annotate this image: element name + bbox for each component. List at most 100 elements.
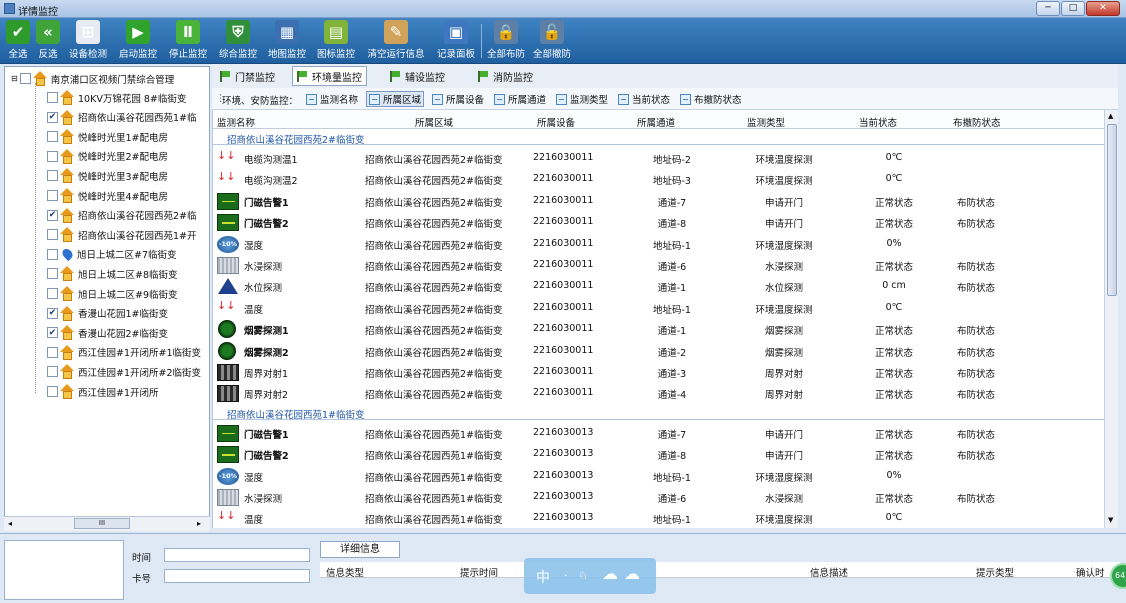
tree-item-checkbox[interactable] xyxy=(47,268,58,280)
tab-environment[interactable]: 环境量监控 xyxy=(292,66,367,86)
tree-item-checkbox[interactable] xyxy=(47,190,58,201)
tree-root-checkbox[interactable] xyxy=(19,73,31,84)
table-row[interactable]: 门磁告警2 招商依山溪谷花园西苑2#临街变 2216030011 通道-8 申请开门 正常… xyxy=(213,212,1104,233)
tree-item[interactable]: 旭日上城二区#7临街变 xyxy=(47,245,177,264)
tree-item-checkbox[interactable]: ✔ xyxy=(47,209,58,221)
table-row[interactable]: ↓↓ 温度 招商依山溪谷花园西苑2#临街变 2216030011 地址码-1 环境温度探测… xyxy=(213,298,1104,319)
scroll-right-icon[interactable]: ▸ xyxy=(197,519,201,528)
tree-item[interactable]: ✔ 香漫山花园2#临街变 xyxy=(47,323,168,342)
grid-vertical-scrollbar[interactable]: ▲ ▼ xyxy=(1104,110,1118,528)
tree-item[interactable]: ✔ 招商依山溪谷花园西苑2#临 xyxy=(47,206,197,225)
stop-monitor-button[interactable]: Ⅱ 停止监控 xyxy=(164,20,212,62)
col-type[interactable]: 监测类型 xyxy=(747,115,785,129)
tree-item[interactable]: ✔ 招商依山溪谷花园西苑1#临 xyxy=(47,108,197,127)
col-tip-time[interactable]: 提示时间 xyxy=(460,565,498,579)
tree-item[interactable]: 悦峰时光里2#配电房 xyxy=(47,147,168,166)
col-info-type[interactable]: 信息类型 xyxy=(326,565,364,579)
tree-item[interactable]: 西江佳园#1开闭所 xyxy=(47,382,159,401)
tree-collapse-icon[interactable]: ⊟ xyxy=(11,74,18,83)
tab-access-control[interactable]: 门禁监控 xyxy=(216,66,279,86)
ime-toolbar[interactable]: 中 · ♘ ☁ ☁ xyxy=(524,558,656,594)
clear-info-button[interactable]: ✎ 清空运行信息 xyxy=(362,20,430,62)
tree-item-checkbox[interactable] xyxy=(47,386,58,397)
tree-item-checkbox[interactable]: ✔ xyxy=(47,111,58,123)
filter-type[interactable]: 监测类型 xyxy=(554,91,610,107)
tree-item-checkbox[interactable] xyxy=(47,150,58,162)
table-row[interactable]: 周界对射2 招商依山溪谷花园西苑2#临街变 2216030011 通道-4 周界对射 正常… xyxy=(213,383,1104,404)
tree-item[interactable]: 10KV万锦花园 8#临街变 xyxy=(47,88,186,107)
tree-item-checkbox[interactable] xyxy=(47,170,58,182)
card-field[interactable] xyxy=(164,569,310,583)
col-name[interactable]: 监测名称 xyxy=(217,115,255,129)
disarm-all-button[interactable]: 🔓 全部撤防 xyxy=(532,20,572,62)
table-row[interactable]: 烟雾探测1 招商依山溪谷花园西苑2#临街变 2216030011 通道-1 烟雾探测 正常… xyxy=(213,319,1104,340)
table-row[interactable]: 门磁告警2 招商依山溪谷花园西苑1#临街变 2216030013 通道-8 申请开门 正常… xyxy=(213,444,1104,465)
integrated-monitor-button[interactable]: ⛨ 综合监控 xyxy=(214,20,262,62)
ime-shirt-icon[interactable]: ♘ xyxy=(578,569,588,582)
col-area[interactable]: 所属区域 xyxy=(415,115,453,129)
table-row[interactable]: 水位探测 招商依山溪谷花园西苑2#临街变 2216030011 通道-1 水位探测 0 c… xyxy=(213,276,1104,297)
time-field[interactable] xyxy=(164,548,310,562)
col-arm[interactable]: 布撤防状态 xyxy=(953,115,1001,129)
invert-select-button[interactable]: « 反选 xyxy=(34,20,62,62)
filter-state[interactable]: 当前状态 xyxy=(616,91,672,107)
tree-item-checkbox[interactable] xyxy=(47,288,58,299)
tree-item[interactable]: 悦峰时光里1#配电房 xyxy=(47,127,168,146)
tab-fire[interactable]: 消防监控 xyxy=(474,66,537,86)
tree-item[interactable]: 招商依山溪谷花园西苑1#开 xyxy=(47,225,197,244)
filter-device[interactable]: 所属设备 xyxy=(430,91,486,107)
tree-item-checkbox[interactable]: ✔ xyxy=(47,327,58,339)
ime-cloud-icon[interactable]: ☁ xyxy=(602,564,618,583)
scroll-left-icon[interactable]: ◂ xyxy=(8,519,12,528)
filter-area[interactable]: 所属区域 xyxy=(366,91,425,107)
filter-channel[interactable]: 所属通道 xyxy=(492,91,548,107)
table-row[interactable]: -10% 湿度 招商依山溪谷花园西苑1#临街变 2216030013 地址码-1 环境湿度… xyxy=(213,466,1104,487)
tree-item-checkbox[interactable] xyxy=(47,229,58,241)
table-row[interactable]: ↓↓ 电缆沟测温1 招商依山溪谷花园西苑2#临街变 2216030011 地址码-2 环境… xyxy=(213,148,1104,169)
minimize-button[interactable]: ─ xyxy=(1036,1,1060,16)
tree-item[interactable]: ✔ 香漫山花园1#临街变 xyxy=(47,304,168,323)
icon-monitor-button[interactable]: ▤ 图标监控 xyxy=(312,20,360,62)
tree-item-checkbox[interactable] xyxy=(47,346,58,358)
tree-item[interactable]: 西江佳园#1开闭所#1临街变 xyxy=(47,343,201,362)
col-confirm-time[interactable]: 确认时 xyxy=(1076,565,1105,579)
record-panel-button[interactable]: ▣ 记录面板 xyxy=(432,20,480,62)
col-channel[interactable]: 所属通道 xyxy=(637,115,675,129)
scroll-down-icon[interactable]: ▼ xyxy=(1108,516,1113,524)
ime-cloud-icon[interactable]: ☁ xyxy=(624,564,640,583)
device-check-button[interactable]: ⊞ 设备检测 xyxy=(64,20,112,62)
arm-all-button[interactable]: 🔒 全部布防 xyxy=(486,20,526,62)
tree-item-checkbox[interactable] xyxy=(47,366,58,378)
col-info-desc[interactable]: 信息描述 xyxy=(810,565,848,579)
grid-scroll-thumb[interactable] xyxy=(1107,124,1117,296)
tree-item[interactable]: 西江佳园#1开闭所#2临街变 xyxy=(47,362,201,381)
table-row[interactable]: 门磁告警1 招商依山溪谷花园西苑1#临街变 2216030013 通道-7 申请开门 正常… xyxy=(213,423,1104,444)
table-row[interactable]: ↓↓ 电缆沟测温2 招商依山溪谷花园西苑2#临街变 2216030011 地址码-3 环境… xyxy=(213,169,1104,190)
tree-item[interactable]: 悦峰时光里4#配电房 xyxy=(47,186,168,205)
col-device[interactable]: 所属设备 xyxy=(537,115,575,129)
tree-horizontal-scrollbar[interactable]: ◂ III ▸ xyxy=(4,516,210,531)
table-row[interactable]: 水浸探测 招商依山溪谷花园西苑1#临街变 2216030013 通道-6 水浸探测 正常状… xyxy=(213,487,1104,508)
start-monitor-button[interactable]: ▶ 启动监控 xyxy=(114,20,162,62)
col-state[interactable]: 当前状态 xyxy=(859,115,897,129)
tree-item-checkbox[interactable] xyxy=(47,92,58,103)
select-all-button[interactable]: ✔ 全选 xyxy=(4,20,32,62)
tree-scroll-thumb[interactable]: III xyxy=(74,518,130,529)
maximize-button[interactable]: □ xyxy=(1061,1,1085,16)
tree-item-checkbox[interactable]: ✔ xyxy=(47,307,58,319)
table-row[interactable]: 门磁告警1 招商依山溪谷花园西苑2#临街变 2216030011 通道-7 申请开门 正常… xyxy=(213,191,1104,212)
tab-auxiliary[interactable]: 辅设监控 xyxy=(386,66,449,86)
tree-item-checkbox[interactable] xyxy=(47,131,58,143)
table-row[interactable]: 周界对射1 招商依山溪谷花园西苑2#临街变 2216030011 通道-3 周界对射 正常… xyxy=(213,362,1104,383)
tree-item[interactable]: 悦峰时光里3#配电房 xyxy=(47,166,168,185)
tree-item-checkbox[interactable] xyxy=(47,248,58,260)
ime-dot-icon[interactable]: · xyxy=(564,569,568,582)
filter-name[interactable]: 监测名称 xyxy=(304,91,360,107)
table-row[interactable]: 水浸探测 招商依山溪谷花园西苑2#临街变 2216030011 通道-6 水浸探测 正常状… xyxy=(213,255,1104,276)
filter-arm-state[interactable]: 布撤防状态 xyxy=(678,91,744,107)
table-row[interactable]: -10% 湿度 招商依山溪谷花园西苑2#临街变 2216030011 地址码-1 环境湿度… xyxy=(213,234,1104,255)
table-row[interactable]: 烟雾探测2 招商依山溪谷花园西苑2#临街变 2216030011 通道-2 烟雾探测 正常… xyxy=(213,341,1104,362)
tab-detail-info[interactable]: 详细信息 xyxy=(320,541,400,558)
tree-item[interactable]: 旭日上城二区#8临街变 xyxy=(47,264,178,283)
table-row[interactable]: ↓↓ 温度 招商依山溪谷花园西苑1#临街变 2216030013 地址码-1 环境温度探测… xyxy=(213,508,1104,528)
